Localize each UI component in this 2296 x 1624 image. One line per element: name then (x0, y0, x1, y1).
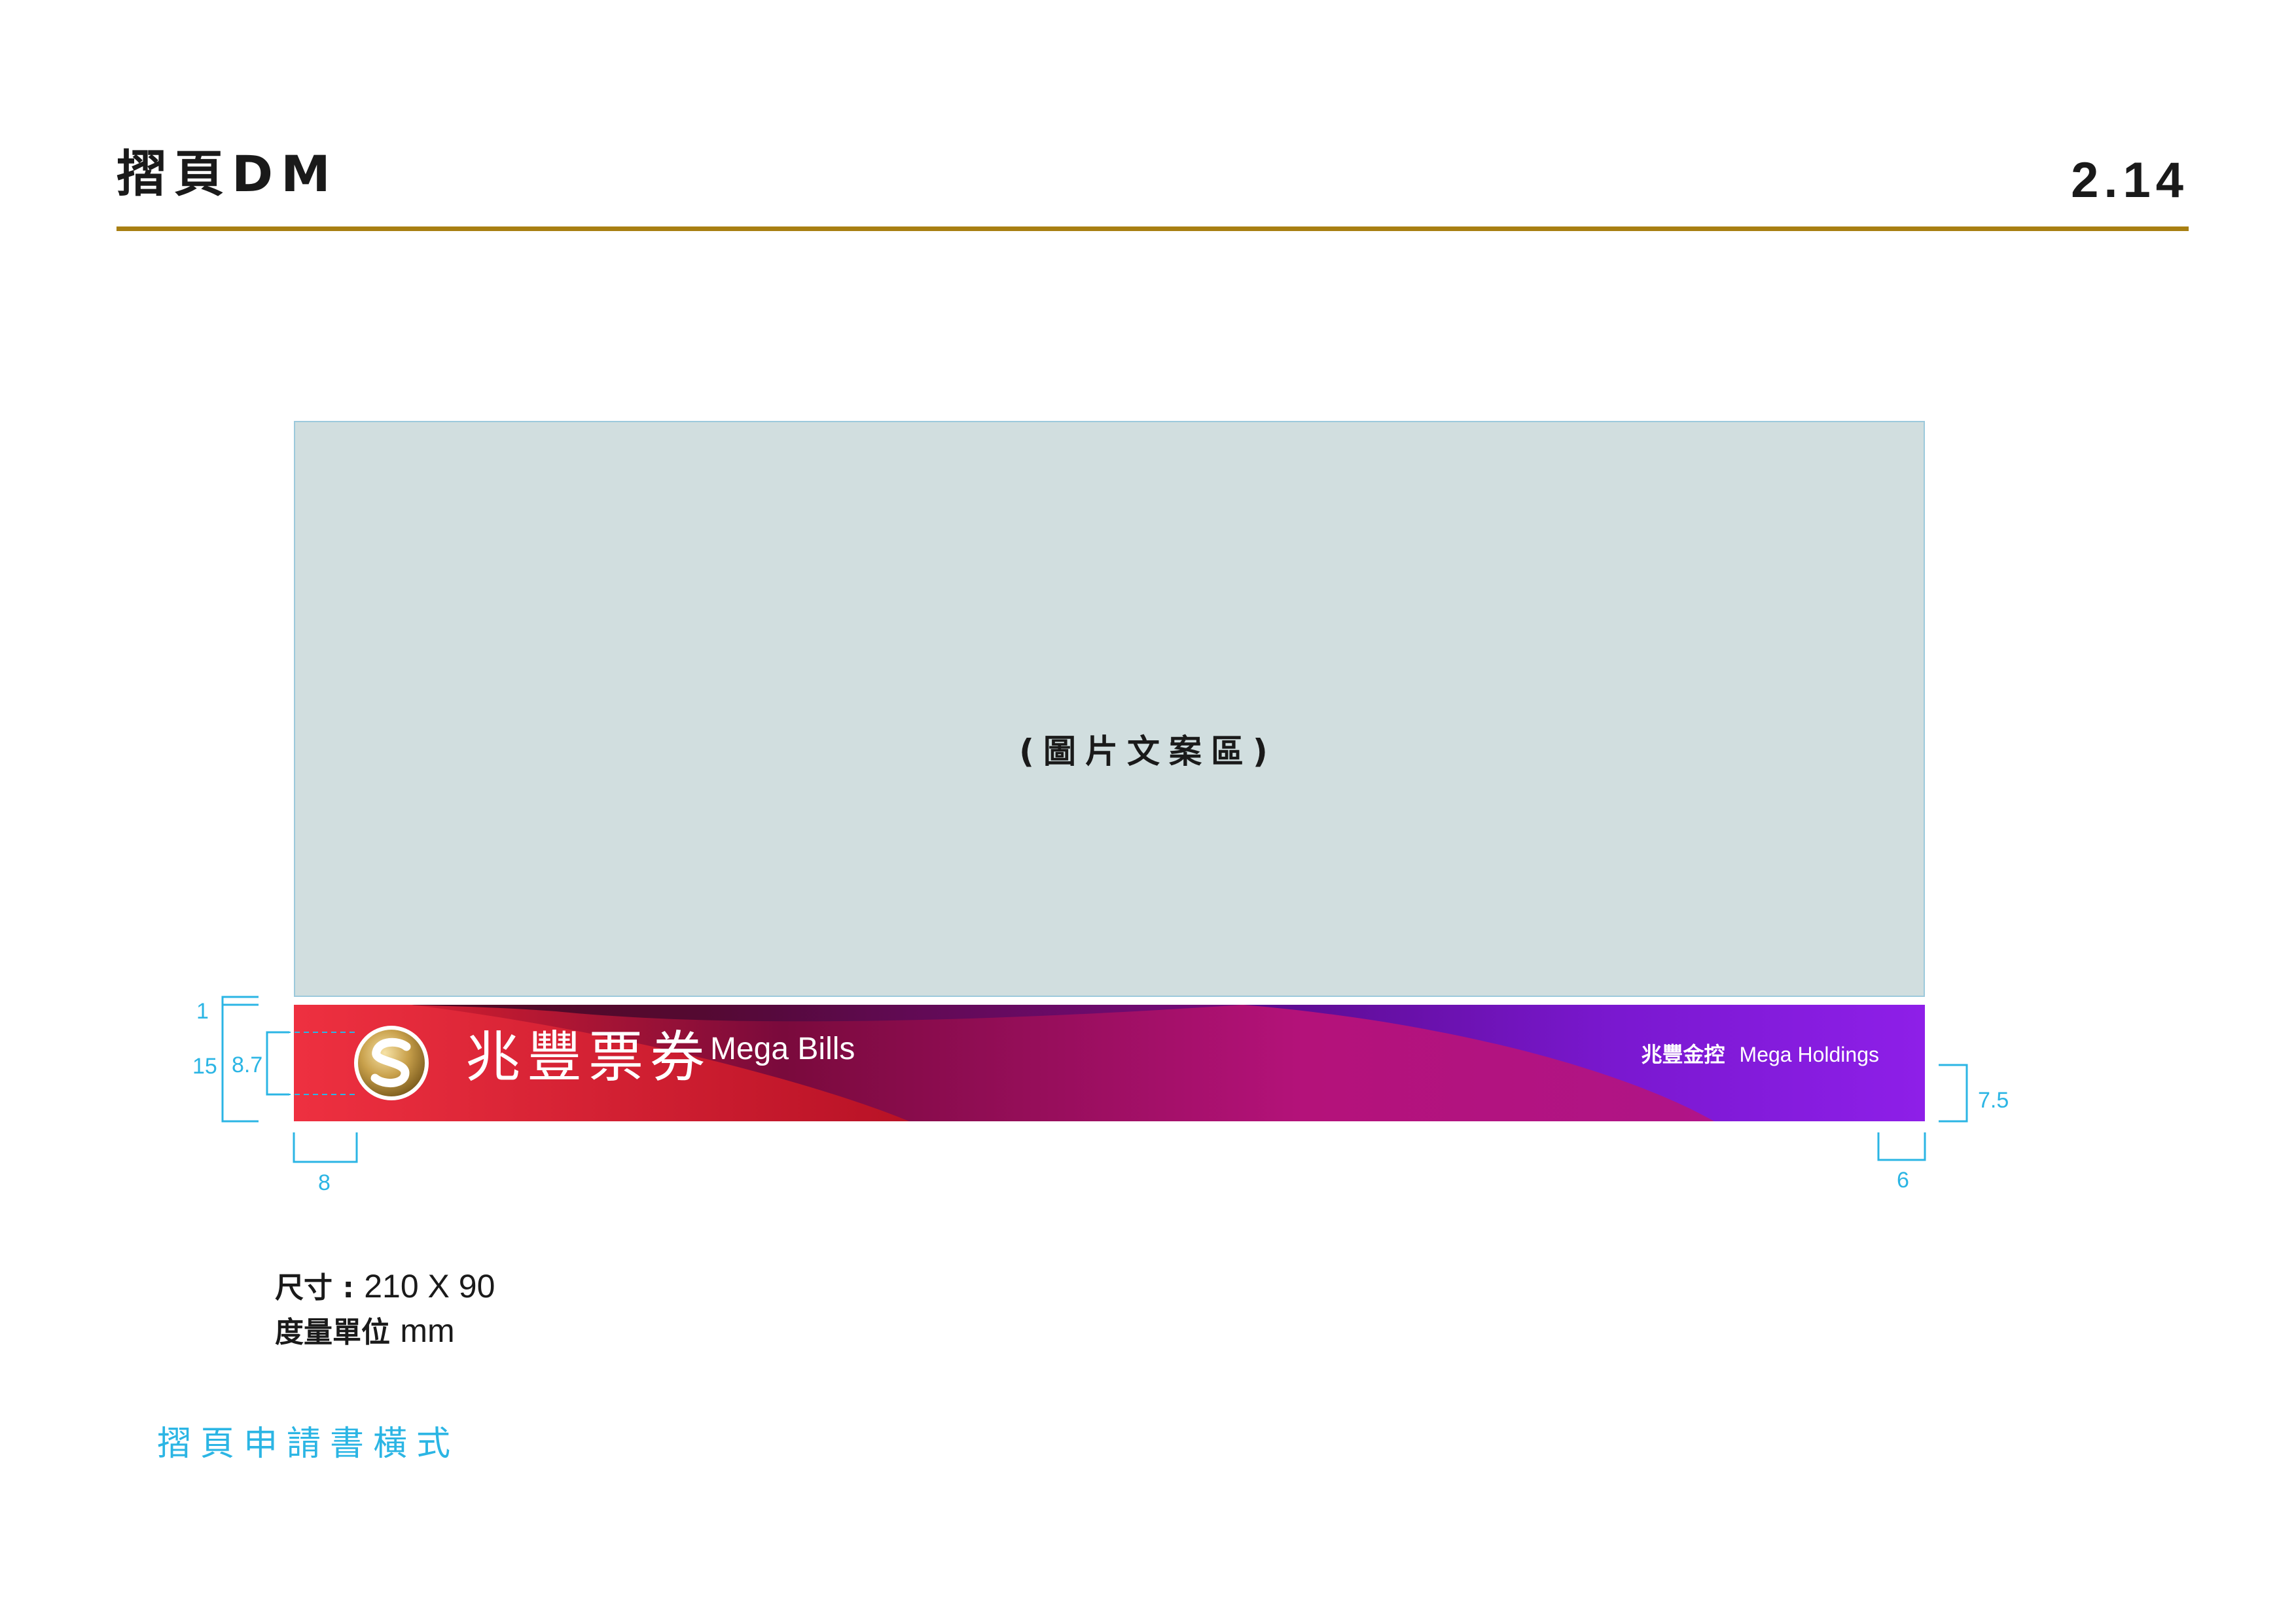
dimension-guides (221, 996, 1968, 1163)
dimension-gap: 1 (196, 999, 209, 1024)
spec-unit-value: mm (400, 1312, 455, 1349)
dimension-text-offset: 7.5 (1978, 1088, 2009, 1113)
dimension-logo-height: 8.7 (232, 1053, 263, 1077)
spec-size-key: 尺寸 : (275, 1271, 365, 1305)
spec-unit-key: 度量單位 (275, 1316, 401, 1349)
dimension-right-margin: 6 (1897, 1168, 1909, 1193)
spec-unit: 度量單位 mm (275, 1314, 455, 1347)
footnote-form-layout: 摺頁申請書橫式 (157, 1424, 460, 1464)
spec-size-value: 210 X 90 (364, 1268, 495, 1305)
dimension-bar-height: 15 (192, 1054, 217, 1079)
dimension-left-margin: 8 (318, 1170, 331, 1195)
spec-size: 尺寸 : 210 X 90 (275, 1270, 495, 1303)
